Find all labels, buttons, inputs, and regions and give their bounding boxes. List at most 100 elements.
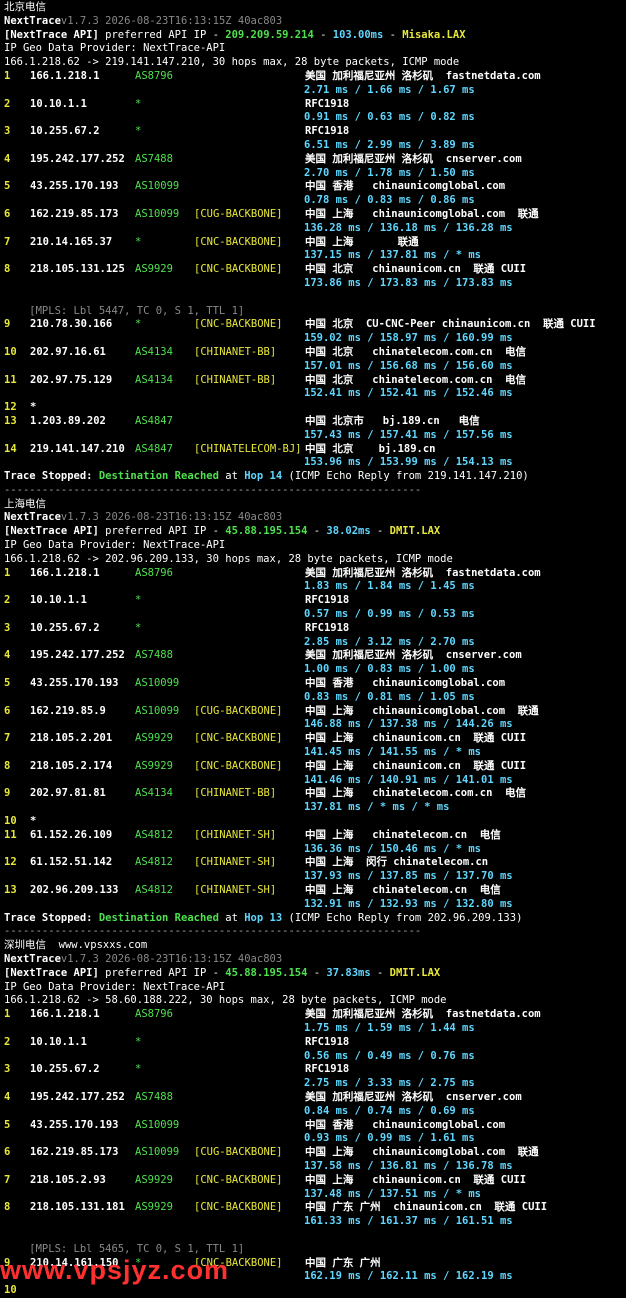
app-name: NextTrace: [4, 14, 61, 27]
hop-asn: AS8796: [135, 1008, 173, 1021]
hop-geo: 美国 加利福尼亚州 洛杉矶 fastnetdata.com: [305, 69, 541, 82]
api-text: preferred API IP -: [98, 525, 226, 538]
hop-number: 7: [4, 1173, 11, 1186]
destination-reached: Destination Reached: [98, 470, 219, 483]
hop-number: 1: [4, 566, 11, 579]
hop-ip: 219.141.147.210: [30, 442, 125, 455]
hop-backbone-tag: [194, 1284, 305, 1298]
hop-backbone-tag: [194, 1008, 305, 1022]
hop-ip: 43.255.170.193: [30, 677, 119, 690]
hop-row: 8 218.105.131.125 AS9929 [CNC-BACKBONE] 中国 北…: [4, 263, 626, 277]
section-title-text: 上海电信: [4, 497, 46, 510]
hop-geo: RFC1918: [305, 97, 350, 110]
hop-backbone-tag: [194, 677, 305, 691]
hop-backbone-tag: [194, 401, 305, 415]
hop-ip: 166.1.218.1: [30, 1008, 100, 1021]
hop-asn: AS9929: [135, 759, 173, 772]
hop-geo: 美国 加利福尼亚州 洛杉矶 cnserver.com: [305, 152, 522, 165]
hop-number: 3: [4, 125, 11, 138]
section-title-extra: www.vpsxxs.com: [46, 939, 148, 952]
section-title-text: 北京电信: [4, 1, 46, 13]
hop-backbone-tag: [CHINATELECOM-BJ]: [194, 442, 302, 455]
api-ip: 45.88.195.154: [225, 525, 308, 538]
hop-rtt: 137.48 ms / 137.51 ms / * ms: [304, 1187, 482, 1200]
api-location: Misaka.LAX: [402, 28, 466, 41]
hop-geo: RFC1918: [305, 1035, 350, 1048]
api-text: preferred API IP -: [98, 28, 226, 41]
hop-rtt: 146.88 ms / 137.38 ms / 144.26 ms: [304, 718, 513, 731]
hop-ip: 202.97.81.81: [30, 787, 106, 800]
hop-number: 4: [4, 1090, 11, 1103]
hop-asn: AS7488: [135, 152, 173, 165]
hop-geo: 中国 上海 联通: [305, 235, 419, 248]
hop-row: 10 202.97.16.61 AS4134 [CHINANET-BB] 中国 北京 c…: [4, 346, 626, 360]
hop-ip: 202.97.16.61: [30, 345, 106, 358]
hop-ip: 202.96.209.133: [30, 884, 119, 896]
hop-ip: 218.105.2.201: [30, 732, 113, 745]
hop-geo: RFC1918: [305, 621, 350, 634]
section-title: 深圳电信 www.vpsxxs.com: [4, 939, 626, 953]
hop-row: 7 210.14.165.37 * [CNC-BACKBONE] 中国 上海 联通: [4, 236, 626, 250]
hop-geo: 中国 上海 闵行 chinatelecom.cn: [305, 856, 489, 869]
hop-backbone-tag: [CUG-BACKBONE]: [194, 207, 283, 220]
hop-number: 1: [4, 69, 11, 82]
section-title: 上海电信: [4, 498, 626, 512]
hop-geo: 中国 北京 chinaunicom.cn 联通 CUII: [305, 263, 527, 276]
hop-number: 10: [4, 815, 17, 828]
hop-geo: 中国 北京 chinatelecom.com.cn 电信: [305, 345, 527, 358]
api-location: DMIT.LAX: [389, 525, 441, 538]
hop-ip: 10.255.67.2: [30, 621, 100, 634]
destination-reached: Destination Reached: [98, 911, 219, 924]
hop-asn: [135, 1284, 194, 1298]
hop-backbone-tag: [CHINANET-BB]: [194, 787, 277, 800]
app-name: NextTrace: [4, 511, 61, 524]
hop-geo: RFC1918: [305, 125, 350, 138]
app-name: NextTrace: [4, 952, 61, 965]
hop-ip: 218.105.131.125: [30, 263, 125, 276]
nexttrace-header: NextTrace v1.7.3 2026-08-23T16:13:15Z 40…: [4, 511, 626, 525]
hop-geo: 中国 上海 chinatelecom.cn 电信: [305, 828, 501, 841]
hop-asn: AS10099: [135, 180, 180, 193]
hop-asn: AS7488: [135, 649, 173, 662]
api-text: preferred API IP -: [98, 966, 226, 979]
hop-number: 8: [4, 1201, 11, 1214]
hop-number: 5: [4, 180, 11, 193]
api-ms: 37.83ms: [326, 966, 371, 979]
hop-rtt: 0.83 ms / 0.81 ms / 1.05 ms: [304, 690, 475, 703]
api-sep: -: [307, 525, 327, 538]
hop-row: 4 195.242.177.252 AS7488 美国 加利福尼亚州 洛杉矶 cnse…: [4, 1091, 626, 1105]
hop-asn: *: [135, 594, 142, 607]
stop-detail: (ICMP Echo Reply from 202.96.209.133): [282, 911, 523, 924]
hop-asn: AS4847: [135, 414, 173, 427]
hop-row: 4 195.242.177.252 AS7488 美国 加利福尼亚州 洛杉矶 cnse…: [4, 153, 626, 167]
hop-backbone-tag: [CHINANET-SH]: [194, 828, 277, 841]
hop-rtt: 1.83 ms / 1.84 ms / 1.45 ms: [304, 580, 475, 593]
hop-geo: 中国 香港 chinaunicomglobal.com: [305, 1118, 506, 1131]
hop-geo: 中国 上海 chinatelecom.com.cn 电信: [305, 787, 527, 800]
hop-row: 1 166.1.218.1 AS8796 美国 加利福尼亚州 洛杉矶 fastnetd…: [4, 70, 626, 84]
hop-backbone-tag: [194, 815, 305, 829]
hop-rtt: 137.58 ms / 136.81 ms / 136.78 ms: [304, 1159, 513, 1172]
geo-provider-line: IP Geo Data Provider: NextTrace-API: [4, 980, 226, 993]
hop-geo: 中国 上海 chinatelecom.cn 电信: [305, 884, 501, 896]
hop-asn: AS10099: [135, 1146, 180, 1159]
hop-geo: 美国 加利福尼亚州 洛杉矶 fastnetdata.com: [305, 566, 541, 579]
hop-ip: 10.255.67.2: [30, 1063, 100, 1076]
hop-rtt: 137.81 ms / * ms / * ms: [304, 801, 450, 814]
hop-asn: AS8796: [135, 69, 173, 82]
hop-asn: *: [135, 97, 142, 110]
hop-backbone-tag: [194, 594, 305, 608]
hop-geo: 美国 加利福尼亚州 洛杉矶 cnserver.com: [305, 1090, 522, 1103]
trace-stopped: Trace Stopped:: [4, 470, 99, 483]
hop-ip: 162.219.85.173: [30, 1146, 119, 1159]
hop-row: 7 218.105.2.201 AS9929 [CNC-BACKBONE] 中国 上海 …: [4, 732, 626, 746]
api-sep: -: [313, 28, 333, 41]
hop-backbone-tag: [CHINANET-BB]: [194, 345, 277, 358]
hop-number: 1: [4, 1008, 11, 1021]
hop-asn: *: [135, 621, 142, 634]
hop-row: 12 *: [4, 401, 626, 415]
geo-provider-line: IP Geo Data Provider: NextTrace-API: [4, 539, 226, 552]
hop-row: 3 10.255.67.2 * RFC1918: [4, 622, 626, 636]
hop-geo: RFC1918: [305, 1063, 350, 1076]
